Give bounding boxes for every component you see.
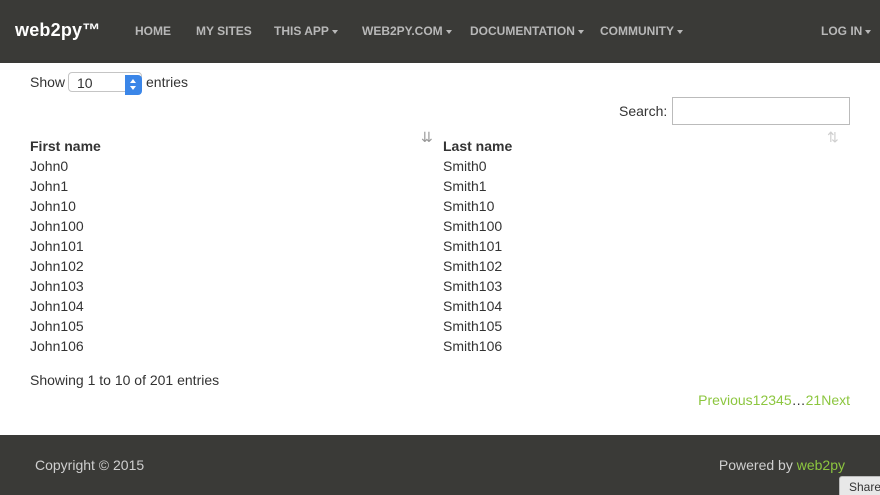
nav-home[interactable]: HOME — [135, 24, 171, 38]
table-cell-last-name: Smith106 — [443, 338, 503, 354]
table-cell-first-name: John104 — [30, 298, 84, 314]
nav-home-label: HOME — [135, 24, 171, 38]
table-cell-first-name: John10 — [30, 198, 76, 214]
nav-my-sites[interactable]: MY SITES — [196, 24, 252, 38]
nav-documentation[interactable]: DOCUMENTATION — [470, 24, 584, 38]
pagination-previous[interactable]: Previous — [698, 392, 752, 408]
nav-this-app[interactable]: THIS APP — [274, 24, 338, 38]
entries-select-value: 10 — [77, 75, 93, 91]
table-cell-last-name: Smith104 — [443, 298, 503, 314]
table-cell-first-name: John100 — [30, 218, 84, 234]
table-cell-first-name: John1 — [30, 178, 69, 194]
select-arrows-icon — [125, 75, 142, 95]
nav-this-app-label: THIS APP — [274, 24, 329, 38]
pagination-ellipsis: … — [791, 392, 806, 408]
chevron-down-icon — [577, 29, 584, 34]
nav-web2py-com-label: WEB2PY.COM — [362, 24, 443, 38]
powered-by-label: Powered by — [718, 457, 793, 473]
show-label: Show — [30, 74, 66, 90]
sort-ascending-icon[interactable]: ⇊ — [421, 129, 433, 146]
entries-label: entries — [146, 74, 189, 90]
share-button[interactable]: Share — [839, 476, 880, 495]
nav-web2py-com[interactable]: WEB2PY.COM — [362, 24, 452, 38]
nav-documentation-label: DOCUMENTATION — [470, 24, 575, 38]
pagination-page-3[interactable]: 3 — [768, 392, 776, 408]
nav-community-label: COMMUNITY — [600, 24, 674, 38]
pagination: Previous12345…21Next — [698, 392, 850, 408]
table-info: Showing 1 to 10 of 201 entries — [30, 372, 220, 388]
chevron-down-icon — [865, 29, 872, 34]
table-cell-last-name: Smith102 — [443, 258, 503, 274]
table-cell-last-name: Smith100 — [443, 218, 503, 234]
table-cell-last-name: Smith1 — [443, 178, 487, 194]
table-cell-first-name: John103 — [30, 278, 84, 294]
chevron-down-icon — [445, 29, 452, 34]
pagination-page-4[interactable]: 4 — [776, 392, 784, 408]
nav-community[interactable]: COMMUNITY — [600, 24, 683, 38]
column-header-first-name[interactable]: First name — [30, 138, 101, 154]
pagination-page-5[interactable]: 5 — [784, 392, 792, 408]
pagination-page-last[interactable]: 21 — [806, 392, 822, 408]
table-cell-last-name: Smith0 — [443, 158, 487, 174]
column-header-last-name[interactable]: Last name — [443, 138, 512, 154]
web2py-link[interactable]: web2py — [797, 457, 845, 473]
nav-log-in[interactable]: LOG IN — [821, 24, 872, 38]
copyright-text: Copyright © 2015 — [35, 457, 145, 473]
table-cell-first-name: John102 — [30, 258, 84, 274]
search-label: Search: — [619, 103, 668, 119]
table-cell-last-name: Smith10 — [443, 198, 495, 214]
navbar: web2py™ HOME MY SITES THIS APP WEB2PY.CO… — [0, 0, 880, 63]
pagination-next[interactable]: Next — [821, 392, 850, 408]
table-cell-first-name: John105 — [30, 318, 84, 334]
brand-logo[interactable]: web2py™ — [15, 20, 100, 41]
entries-select[interactable]: 10 — [68, 72, 142, 95]
sort-both-icon[interactable]: ⇅ — [827, 129, 839, 146]
search-input[interactable] — [672, 97, 850, 125]
footer: Copyright © 2015 Powered by web2py — [0, 435, 880, 495]
chevron-down-icon — [677, 29, 683, 34]
table-cell-first-name: John106 — [30, 338, 84, 354]
table-cell-first-name: John0 — [30, 158, 69, 174]
table-cell-first-name: John101 — [30, 238, 84, 254]
nav-my-sites-label: MY SITES — [196, 24, 252, 38]
table-cell-last-name: Smith103 — [443, 278, 503, 294]
table-cell-last-name: Smith101 — [443, 238, 503, 254]
chevron-down-icon — [331, 29, 338, 34]
nav-log-in-label: LOG IN — [821, 24, 863, 38]
table-cell-last-name: Smith105 — [443, 318, 503, 334]
powered-by: Powered by web2py — [719, 457, 845, 473]
